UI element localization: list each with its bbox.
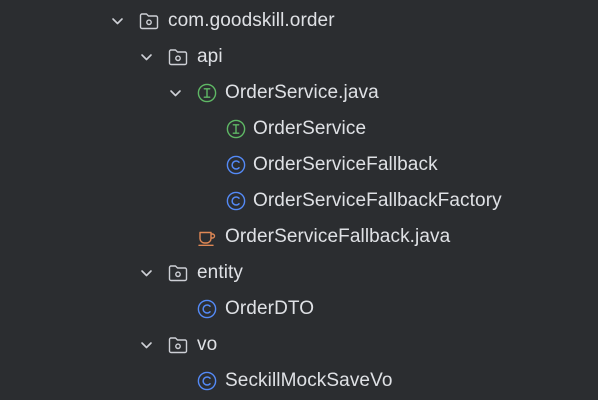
tree-node-orderdto[interactable]: OrderDTO [0,291,598,327]
tree-node-label: entity [197,262,244,283]
chevron-down-icon[interactable] [140,267,153,280]
tree-node-orderservice[interactable]: OrderService [0,111,598,147]
interface-icon [226,119,246,139]
tree-node-label: OrderServiceFallbackFactory [253,190,502,211]
chevron-down-icon[interactable] [169,87,182,100]
package-folder-icon [168,265,188,282]
class-icon [226,191,246,211]
class-icon [197,371,217,391]
tree-node-orderservice-java[interactable]: OrderService.java [0,75,598,111]
tree-node-label: OrderServiceFallback [253,154,438,175]
tree-node-label: vo [197,334,218,355]
interface-icon [197,83,217,103]
tree-node-label: api [197,46,223,67]
java-file-icon [198,231,216,246]
package-folder-icon [168,49,188,66]
tree-node-label: OrderServiceFallback.java [225,226,451,247]
package-folder-icon [168,337,188,354]
tree-node-orderservicefallback-java[interactable]: OrderServiceFallback.java [0,219,598,255]
tree-node-label: SeckillMockSaveVo [225,370,393,391]
tree-node-label: OrderDTO [225,298,315,319]
tree-node-label: com.goodskill.order [168,10,335,31]
package-folder-icon [139,13,159,30]
tree-node-seckillmocksavevo[interactable]: SeckillMockSaveVo [0,363,598,399]
chevron-down-icon[interactable] [140,339,153,352]
tree-node-orderservicefallbackfactory[interactable]: OrderServiceFallbackFactory [0,183,598,219]
project-tree: com.goodskill.order api OrderService.jav… [0,0,598,400]
chevron-down-icon[interactable] [111,15,124,28]
tree-node-label: OrderService [253,118,367,139]
class-icon [226,155,246,175]
tree-node-api[interactable]: api [0,39,598,75]
tree-node-label: OrderService.java [225,82,379,103]
tree-node-vo[interactable]: vo [0,327,598,363]
tree-node-entity[interactable]: entity [0,255,598,291]
tree-node-com-goodskill-order[interactable]: com.goodskill.order [0,3,598,39]
class-icon [197,299,217,319]
chevron-down-icon[interactable] [140,51,153,64]
tree-node-orderservicefallback[interactable]: OrderServiceFallback [0,147,598,183]
